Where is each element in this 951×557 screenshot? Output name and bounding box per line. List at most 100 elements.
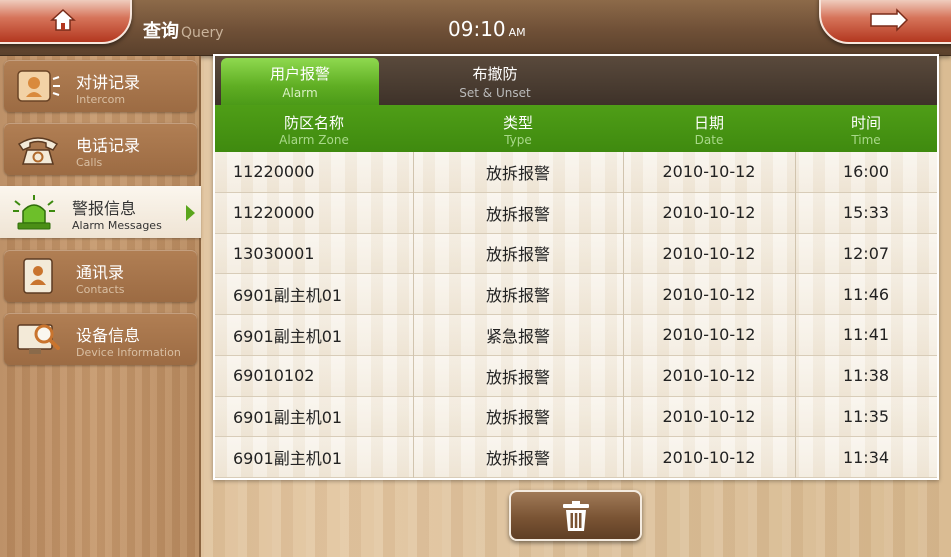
column-header-type: 类型 Type bbox=[413, 105, 623, 152]
cell-date: 2010-10-12 bbox=[662, 203, 756, 223]
cell-type: 放拆报警 bbox=[485, 408, 550, 428]
cell-date: 2010-10-12 bbox=[662, 284, 756, 304]
cell-time: 16:00 bbox=[842, 162, 890, 182]
cell-alarm-zone: 69010102 bbox=[233, 366, 315, 386]
cell-type: 放拆报警 bbox=[485, 286, 550, 306]
back-button[interactable] bbox=[819, 0, 951, 44]
column-header-sublabel: Time bbox=[851, 133, 881, 147]
table-row[interactable]: 11220000 放拆报警 2010-10-12 15:33 bbox=[215, 192, 937, 234]
cell-time: 11:34 bbox=[842, 447, 890, 467]
sidebar-item-label: 通讯录 bbox=[76, 263, 125, 282]
column-divider bbox=[795, 152, 796, 478]
column-header-sublabel: Alarm Zone bbox=[279, 133, 349, 147]
column-header-label: 日期 bbox=[693, 114, 724, 132]
sidebar-item-sublabel: Alarm Messages bbox=[72, 219, 162, 232]
cell-date: 2010-10-12 bbox=[662, 243, 756, 263]
table-row[interactable]: 6901副主机01 放拆报警 2010-10-12 11:34 bbox=[215, 437, 937, 478]
cell-alarm-zone: 6901副主机01 bbox=[233, 408, 343, 428]
sidebar-item-contacts[interactable]: 通讯录 Contacts bbox=[4, 250, 197, 302]
sidebar-item-device-information[interactable]: 设备信息 Device Information bbox=[4, 313, 197, 365]
column-header-sublabel: Type bbox=[504, 133, 532, 147]
column-divider bbox=[413, 152, 414, 478]
column-header-sublabel: Date bbox=[694, 133, 724, 147]
cell-alarm-zone: 6901副主机01 bbox=[233, 449, 343, 469]
table-row[interactable]: 6901副主机01 紧急报警 2010-10-12 11:41 bbox=[215, 315, 937, 356]
clock-ampm: AM bbox=[508, 26, 526, 39]
cell-alarm-zone: 11220000 bbox=[233, 203, 315, 223]
telephone-icon bbox=[14, 130, 62, 168]
tab-bar: 用户报警 Alarm 布撤防 Set & Unset bbox=[215, 56, 937, 105]
table-row[interactable]: 6901副主机01 放拆报警 2010-10-12 11:35 bbox=[215, 396, 937, 438]
cell-date: 2010-10-12 bbox=[662, 366, 756, 386]
alarm-records-panel: 用户报警 Alarm 布撤防 Set & Unset 防区名称 Alarm Zo… bbox=[213, 54, 939, 480]
table-row[interactable]: 11220000 放拆报警 2010-10-12 16:00 bbox=[215, 152, 937, 193]
tab-label: 用户报警 bbox=[269, 65, 330, 83]
cell-type: 放拆报警 bbox=[485, 367, 550, 387]
cell-date: 2010-10-12 bbox=[662, 325, 756, 345]
sidebar-item-sublabel: Intercom bbox=[76, 93, 126, 106]
page-title-cn: 查询 bbox=[143, 21, 179, 42]
sidebar: 对讲记录 Intercom 电话记录 Calls 警报信息 Alarm Mess… bbox=[0, 56, 201, 557]
cell-type: 放拆报警 bbox=[485, 204, 550, 224]
clock: 09:10 AM bbox=[448, 17, 526, 41]
column-header-label: 防区名称 bbox=[283, 114, 344, 132]
tab-alarm[interactable]: 用户报警 Alarm bbox=[221, 58, 379, 105]
sidebar-item-sublabel: Device Information bbox=[76, 346, 181, 359]
cell-time: 12:07 bbox=[842, 243, 890, 263]
cell-date: 2010-10-12 bbox=[662, 406, 756, 426]
device-search-icon bbox=[14, 320, 62, 358]
sidebar-item-label: 对讲记录 bbox=[76, 73, 141, 92]
column-header-date: 日期 Date bbox=[623, 105, 795, 152]
cell-type: 放拆报警 bbox=[485, 163, 550, 183]
column-header-label: 时间 bbox=[850, 114, 881, 132]
home-icon bbox=[50, 8, 76, 31]
return-arrow-icon bbox=[870, 8, 909, 32]
sidebar-item-label: 电话记录 bbox=[76, 136, 141, 155]
sidebar-item-label: 警报信息 bbox=[72, 199, 137, 218]
cell-date: 2010-10-12 bbox=[662, 162, 756, 182]
cell-time: 11:41 bbox=[842, 325, 890, 345]
column-header-label: 类型 bbox=[502, 114, 533, 132]
cell-time: 11:35 bbox=[842, 406, 890, 426]
sidebar-item-sublabel: Calls bbox=[76, 156, 103, 169]
trash-icon bbox=[562, 500, 589, 531]
cell-alarm-zone: 6901副主机01 bbox=[233, 286, 343, 306]
active-indicator-arrow-icon bbox=[186, 205, 195, 221]
sidebar-item-label: 设备信息 bbox=[76, 326, 141, 345]
column-divider bbox=[623, 152, 624, 478]
cell-type: 放拆报警 bbox=[485, 449, 550, 469]
clock-time: 09:10 bbox=[448, 17, 506, 41]
table-row[interactable]: 69010102 放拆报警 2010-10-12 11:38 bbox=[215, 355, 937, 397]
table-body: 11220000 放拆报警 2010-10-12 16:00 11220000 … bbox=[215, 152, 937, 478]
tab-label: 布撤防 bbox=[472, 65, 518, 83]
sidebar-item-intercom[interactable]: 对讲记录 Intercom bbox=[4, 60, 197, 112]
page-title-en: Query bbox=[181, 25, 224, 41]
table-row[interactable]: 6901副主机01 放拆报警 2010-10-12 11:46 bbox=[215, 274, 937, 315]
delete-button[interactable] bbox=[509, 490, 642, 541]
cell-alarm-zone: 11220000 bbox=[233, 162, 315, 182]
column-header-alarm-zone: 防区名称 Alarm Zone bbox=[215, 105, 413, 152]
cell-type: 放拆报警 bbox=[485, 245, 550, 265]
cell-date: 2010-10-12 bbox=[662, 447, 756, 467]
tab-set-unset[interactable]: 布撤防 Set & Unset bbox=[405, 58, 585, 105]
table-header: 防区名称 Alarm Zone 类型 Type 日期 Date 时间 Time bbox=[215, 105, 937, 152]
tab-sublabel: Set & Unset bbox=[459, 86, 531, 100]
top-bar: 查询 Query 09:10 AM bbox=[0, 0, 951, 56]
contacts-icon bbox=[14, 257, 62, 295]
sidebar-item-sublabel: Contacts bbox=[76, 283, 125, 296]
sidebar-item-calls[interactable]: 电话记录 Calls bbox=[4, 123, 197, 175]
sidebar-item-alarm-messages[interactable]: 警报信息 Alarm Messages bbox=[0, 186, 201, 238]
column-header-time: 时间 Time bbox=[795, 105, 937, 152]
page-title: 查询 Query bbox=[143, 17, 224, 43]
home-button[interactable] bbox=[0, 0, 132, 44]
cell-time: 11:38 bbox=[842, 366, 890, 386]
cell-time: 11:46 bbox=[842, 284, 890, 304]
alarm-siren-icon bbox=[10, 193, 58, 231]
cell-alarm-zone: 6901副主机01 bbox=[233, 326, 343, 346]
intercom-icon bbox=[14, 67, 62, 105]
tab-sublabel: Alarm bbox=[282, 86, 318, 100]
cell-alarm-zone: 13030001 bbox=[233, 243, 315, 263]
table-row[interactable]: 13030001 放拆报警 2010-10-12 12:07 bbox=[215, 233, 937, 275]
cell-type: 紧急报警 bbox=[485, 326, 550, 346]
cell-time: 15:33 bbox=[842, 203, 890, 223]
